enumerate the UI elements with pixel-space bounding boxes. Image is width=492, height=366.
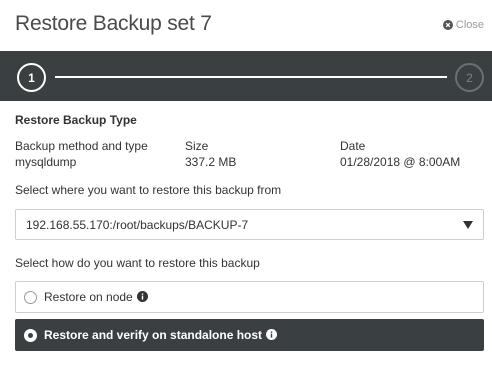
caret-down-icon: [463, 221, 473, 229]
method-type-value: mysqldump: [15, 155, 77, 169]
method-type-label: Backup method and type: [15, 139, 148, 153]
backup-source-value: 192.168.55.170:/root/backups/BACKUP-7: [26, 218, 249, 232]
date-label: Date: [340, 139, 366, 153]
option-label-restore-verify-standalone: Restore and verify on standalone host: [44, 328, 278, 342]
info-circle-icon[interactable]: [136, 291, 148, 302]
method-instruction: Select how do you want to restore this b…: [15, 256, 260, 270]
close-circle-icon: [442, 20, 453, 30]
option-restore-on-node[interactable]: Restore on node: [15, 281, 484, 313]
radio-restore-on-node[interactable]: [24, 291, 37, 304]
step-1-indicator[interactable]: 1: [17, 63, 46, 92]
size-label: Size: [185, 139, 209, 153]
backup-source-select[interactable]: 192.168.55.170:/root/backups/BACKUP-7: [15, 209, 484, 240]
section-title: Restore Backup Type: [15, 113, 137, 127]
option-text: Restore and verify on standalone host: [44, 328, 263, 342]
dialog-title: Restore Backup set 7: [15, 12, 212, 35]
option-restore-verify-standalone[interactable]: Restore and verify on standalone host: [15, 319, 484, 351]
radio-restore-verify-standalone[interactable]: [24, 329, 37, 342]
step-2-number: 2: [466, 70, 473, 85]
step-progress-line: [55, 76, 447, 78]
step-1-number: 1: [28, 70, 35, 85]
dialog-header: Restore Backup set 7 Close: [0, 0, 492, 51]
step-2-indicator[interactable]: 2: [455, 63, 484, 92]
info-circle-icon[interactable]: [266, 329, 278, 340]
close-label: Close: [455, 19, 484, 31]
option-text: Restore on node: [44, 290, 133, 304]
wizard-stepper: 1 2: [0, 51, 492, 101]
option-label-restore-on-node: Restore on node: [44, 290, 148, 304]
date-value: 01/28/2018 @ 8:00AM: [340, 155, 461, 169]
close-button[interactable]: Close: [442, 19, 484, 31]
source-instruction: Select where you want to restore this ba…: [15, 183, 282, 197]
size-value: 337.2 MB: [185, 155, 237, 169]
